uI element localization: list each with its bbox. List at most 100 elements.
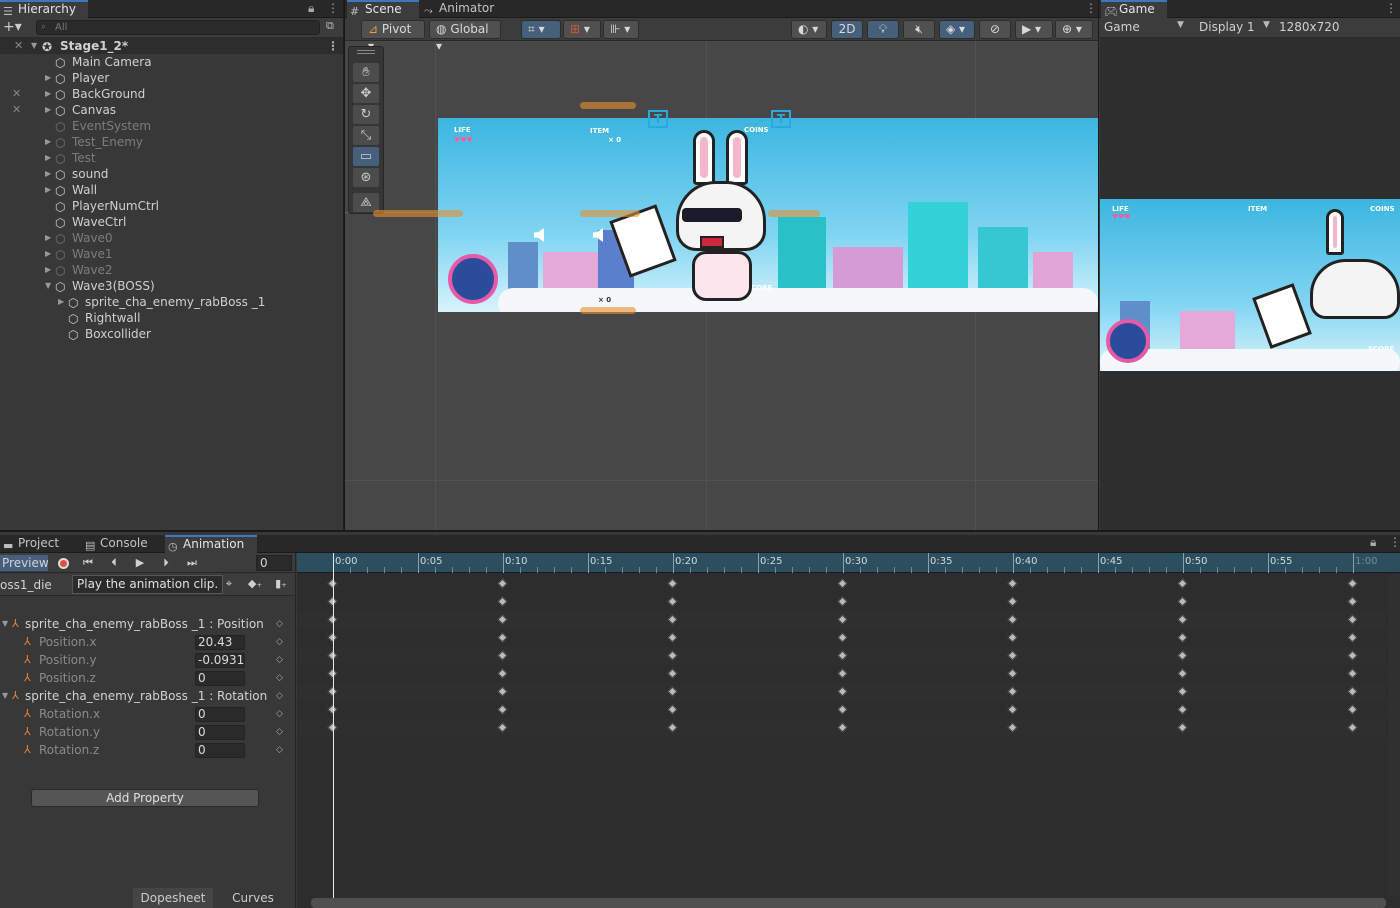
preview-toggle[interactable]: Preview	[0, 555, 49, 571]
scene-root-row[interactable]: ✕ ▼ ✪ Stage1_2* ⋮	[0, 38, 343, 54]
collapse-arrow-icon[interactable]: ▼	[45, 278, 51, 294]
summary-key-row[interactable]	[297, 575, 1386, 593]
display-dropdown[interactable]: Display 1	[1199, 20, 1255, 34]
play-button[interactable]: ▶	[129, 555, 151, 571]
game-render[interactable]: LIFE ♥♥♥ ITEM COINS SCORE	[1100, 199, 1400, 371]
keyframe[interactable]	[497, 686, 508, 697]
property-row[interactable]: ⅄ Rotation.x 0 ◇	[0, 705, 295, 723]
expand-arrow-icon[interactable]: ▶	[45, 230, 51, 246]
hierarchy-item[interactable]: ✕ ▶ ⬡ Canvas	[0, 102, 343, 118]
add-property-button[interactable]: Add Property	[31, 789, 259, 807]
shading-mode-button[interactable]: ◐ ▾	[791, 20, 827, 39]
keyframe[interactable]	[1177, 614, 1188, 625]
property-value-field[interactable]: -0.0931	[195, 653, 245, 668]
tab-project[interactable]: ▬ Project	[0, 535, 82, 553]
key-row[interactable]	[297, 611, 1386, 629]
add-object-button[interactable]: +▾	[3, 19, 22, 35]
hierarchy-item[interactable]: ⬡ Boxcollider	[0, 326, 343, 342]
prev-key-button[interactable]: ⏴︎	[103, 555, 125, 571]
lock-icon[interactable]: 🔒︎	[1370, 535, 1376, 550]
key-row[interactable]	[297, 701, 1386, 719]
property-row[interactable]: ⅄ Rotation.y 0 ◇	[0, 723, 295, 741]
scene-menu-icon[interactable]: ⋮	[1085, 1, 1097, 15]
keyframe-toggle-icon[interactable]: ◇	[276, 633, 283, 651]
keyframe[interactable]	[1007, 650, 1018, 661]
keyframe[interactable]	[667, 686, 678, 697]
expand-arrow-icon[interactable]: ▶	[45, 134, 51, 150]
camera-settings-button[interactable]: ▶ ▾	[1015, 20, 1053, 39]
hierarchy-item[interactable]: ▶ ⬡ Wave0	[0, 230, 343, 246]
keyframe[interactable]	[497, 596, 508, 607]
horizontal-scrollbar[interactable]	[311, 898, 1386, 908]
pivot-dropdown[interactable]: ⊿ Pivot ▾	[361, 20, 425, 53]
hierarchy-item[interactable]: ⬡ PlayerNumCtrl	[0, 198, 343, 214]
keyframe[interactable]	[1347, 650, 1358, 661]
keyframe[interactable]	[1007, 686, 1018, 697]
global-dropdown[interactable]: ◍ Global ▾	[429, 20, 501, 53]
expand-arrow-icon[interactable]: ▶	[45, 166, 51, 182]
key-row[interactable]	[297, 665, 1386, 683]
keyframe[interactable]	[837, 722, 848, 733]
game-view-dropdown[interactable]: Game	[1104, 20, 1140, 34]
tab-animation[interactable]: ◷ Animation	[165, 535, 257, 553]
keyframe[interactable]	[1347, 686, 1358, 697]
add-keyframe-icon[interactable]: ◆₊	[244, 576, 266, 592]
keyframe[interactable]	[1177, 686, 1188, 697]
expand-arrow-icon[interactable]: ▶	[45, 262, 51, 278]
hand-tool[interactable]: ✋︎	[353, 63, 379, 82]
playhead[interactable]	[333, 553, 334, 908]
timeline-ruler[interactable]: 0:00 0:05 0:10 0:15 0:20 0:25 0:30 0:35 0:40 0:45…	[297, 553, 1400, 573]
dopesheet-tab[interactable]: Dopesheet	[133, 888, 213, 908]
keyframe[interactable]	[837, 578, 848, 589]
keyframe-toggle-icon[interactable]: ◇	[276, 723, 283, 741]
keyframe[interactable]	[837, 596, 848, 607]
mode-2d-toggle[interactable]: 2D	[831, 20, 863, 39]
expand-arrow-icon[interactable]: ▶	[45, 150, 51, 166]
tab-animator[interactable]: ⤳ Animator	[421, 0, 511, 18]
visibility-icon[interactable]: ✕	[14, 38, 23, 54]
grid-snap-button[interactable]: ⌗ ▾	[521, 20, 561, 39]
audio-toggle[interactable]: 🔇︎	[903, 20, 935, 39]
expand-arrow-icon[interactable]: ▶	[45, 86, 51, 102]
clip-dropdown[interactable]: oss1_die	[0, 577, 68, 593]
keyframe[interactable]	[1177, 704, 1188, 715]
collapse-arrow-icon[interactable]: ▼	[31, 38, 37, 54]
frame-input[interactable]: 0	[256, 555, 292, 571]
last-key-button[interactable]: ⏭︎	[181, 555, 203, 571]
lighting-toggle[interactable]: 💡︎	[867, 20, 899, 39]
first-key-button[interactable]: ⏮︎	[77, 555, 99, 571]
keyframe[interactable]	[837, 632, 848, 643]
hierarchy-item[interactable]: ✕ ▶ ⬡ BackGround	[0, 86, 343, 102]
keyframe[interactable]	[497, 704, 508, 715]
scene-game-canvas[interactable]: LIFE ♥♥♥ ITEM × 0 COINS SCORE × 0	[438, 118, 1098, 312]
keyframe[interactable]	[1347, 614, 1358, 625]
keyframe[interactable]	[497, 578, 508, 589]
property-value-field[interactable]: 20.43	[195, 635, 245, 650]
scene-search-icon[interactable]: ⧉	[326, 19, 334, 33]
keyframe[interactable]	[667, 596, 678, 607]
keyframe[interactable]	[1347, 704, 1358, 715]
expand-arrow-icon[interactable]: ▶	[45, 182, 51, 198]
keyframe[interactable]	[497, 650, 508, 661]
property-group-row[interactable]: ▼ ⅄ sprite_cha_enemy_rabBoss _1 : Rotation…	[0, 687, 295, 705]
rabbit-boss-sprite[interactable]	[609, 126, 778, 306]
scale-tool[interactable]: ⤡	[353, 126, 379, 145]
hierarchy-item[interactable]: ▶ ⬡ Wall	[0, 182, 343, 198]
keyframe[interactable]	[667, 704, 678, 715]
expand-arrow-icon[interactable]: ▶	[45, 70, 51, 86]
hierarchy-item[interactable]: ▶ ⬡ Wave1	[0, 246, 343, 262]
keyframe[interactable]	[1007, 668, 1018, 679]
keyframe-toggle-icon[interactable]: ◇	[276, 615, 283, 633]
hierarchy-item[interactable]: ⬡ EventSystem	[0, 118, 343, 134]
property-row[interactable]: ⅄ Rotation.z 0 ◇	[0, 741, 295, 759]
property-value-field[interactable]: 0	[195, 725, 245, 740]
keyframe[interactable]	[1007, 614, 1018, 625]
key-row[interactable]	[297, 647, 1386, 665]
keyframe[interactable]	[667, 578, 678, 589]
keyframe-toggle-icon[interactable]: ◇	[276, 651, 283, 669]
key-row[interactable]	[297, 593, 1386, 611]
keyframe[interactable]	[667, 632, 678, 643]
hierarchy-item[interactable]: ▶ ⬡ Player	[0, 70, 343, 86]
collapse-arrow-icon[interactable]: ▼	[2, 615, 8, 633]
rotate-tool[interactable]: ↻	[353, 105, 379, 124]
